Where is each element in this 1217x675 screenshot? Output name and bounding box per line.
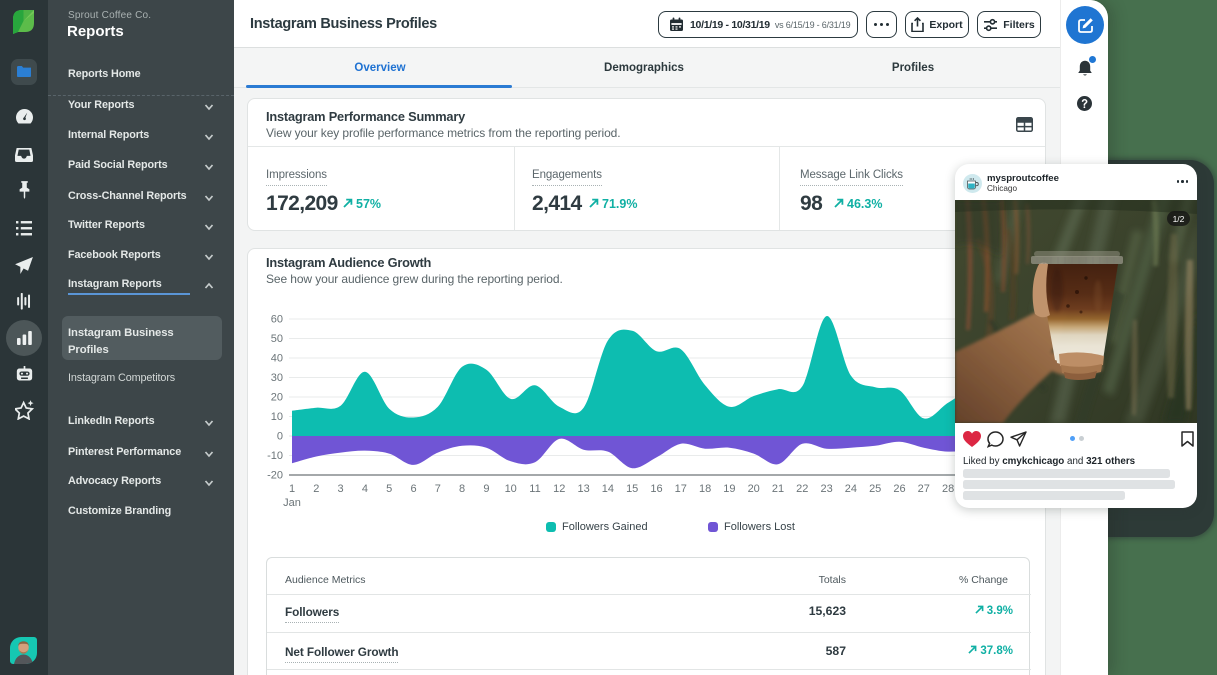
svg-text:20: 20 (271, 392, 283, 404)
svg-text:9: 9 (483, 483, 489, 495)
svg-text:19: 19 (723, 483, 735, 495)
svg-text:10: 10 (505, 483, 517, 495)
svg-text:17: 17 (675, 483, 687, 495)
svg-text:27: 27 (918, 483, 930, 495)
svg-text:7: 7 (435, 483, 441, 495)
svg-text:3: 3 (338, 483, 344, 495)
svg-text:15: 15 (626, 483, 638, 495)
svg-text:11: 11 (529, 483, 540, 495)
svg-text:28: 28 (942, 483, 954, 495)
svg-text:4: 4 (362, 483, 368, 495)
svg-text:21: 21 (772, 483, 784, 495)
svg-text:1: 1 (289, 483, 295, 495)
svg-text:20: 20 (748, 483, 760, 495)
svg-text:-20: -20 (267, 470, 283, 482)
svg-text:10: 10 (271, 411, 283, 423)
svg-text:0: 0 (277, 431, 283, 443)
svg-text:2: 2 (313, 483, 319, 495)
svg-text:40: 40 (271, 353, 283, 365)
svg-text:12: 12 (553, 483, 565, 495)
svg-text:8: 8 (459, 483, 465, 495)
svg-text:5: 5 (386, 483, 392, 495)
svg-text:23: 23 (820, 483, 832, 495)
svg-text:50: 50 (271, 333, 283, 345)
svg-text:24: 24 (845, 483, 857, 495)
svg-text:30: 30 (271, 372, 283, 384)
svg-text:22: 22 (796, 483, 808, 495)
svg-text:60: 60 (271, 314, 283, 326)
svg-text:-10: -10 (267, 450, 283, 462)
svg-text:Jan: Jan (283, 497, 301, 509)
svg-text:14: 14 (602, 483, 614, 495)
svg-text:6: 6 (410, 483, 416, 495)
svg-text:25: 25 (869, 483, 881, 495)
svg-text:26: 26 (893, 483, 905, 495)
svg-text:18: 18 (699, 483, 711, 495)
svg-text:13: 13 (577, 483, 589, 495)
svg-text:16: 16 (650, 483, 662, 495)
